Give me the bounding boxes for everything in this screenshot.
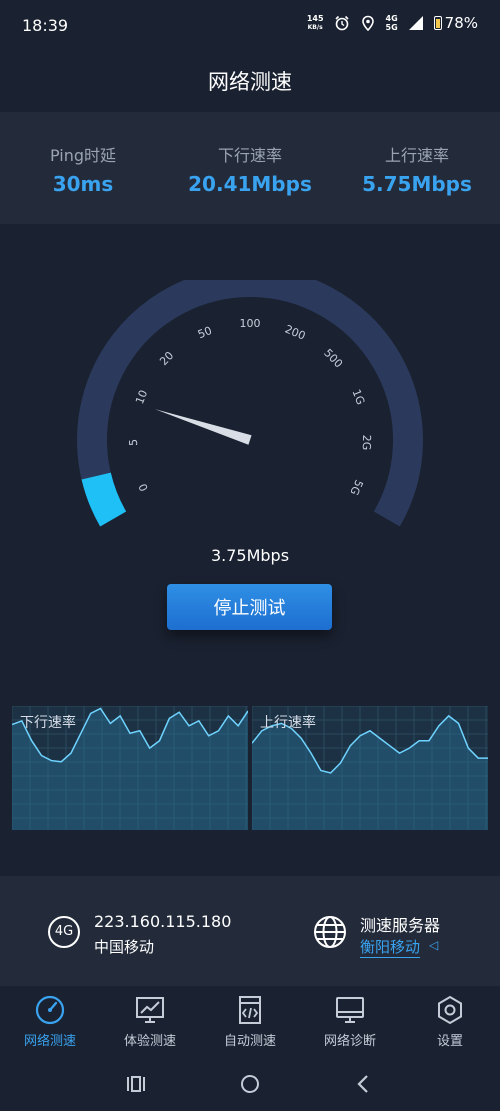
- globe-icon: [314, 916, 346, 948]
- gauge-fill: [81, 472, 127, 527]
- tab-label: 设置: [436, 1034, 463, 1049]
- stop-test-button[interactable]: 停止测试: [167, 584, 332, 630]
- ip-address: 223.160.115.180: [94, 912, 232, 931]
- gauge-scale-label: 1G: [349, 388, 367, 407]
- current-speed-readout: 3.75Mbps: [210, 546, 290, 565]
- tab-label: 网络诊断: [323, 1034, 376, 1049]
- settings-hexagon-icon: [438, 995, 462, 1025]
- recent-apps-icon[interactable]: [122, 1070, 150, 1098]
- network-type-badge: 4G: [48, 916, 80, 948]
- upload-chart-label: 上行速率: [260, 715, 316, 731]
- ping-metric: Ping时延 30ms: [3, 142, 163, 196]
- gauge-scale-label: 10: [133, 388, 150, 406]
- system-nav-bar: [0, 1056, 500, 1111]
- speed-server-title: 测速服务器: [360, 916, 441, 935]
- upload-rate-chart: 上行速率: [252, 706, 488, 830]
- ping-value: 30ms: [52, 172, 114, 196]
- bottom-tab-bar: 网络测速 体验测速 自动测速 网络诊断 设置: [0, 990, 500, 1050]
- gauge-scale-label: 2G: [360, 435, 373, 451]
- download-chart-label: 下行速率: [20, 715, 76, 731]
- status-bar: 18:39 145 KB/s 4G 5G 78%: [0, 0, 500, 56]
- speed-gauge: 0 5 10 20 50 100 200 5001G 2G 5G: [77, 280, 423, 527]
- tab-auto-speed[interactable]: 自动测速: [200, 990, 300, 1049]
- gauge-scale-label: 0: [136, 482, 151, 494]
- signal-icon: [408, 16, 423, 30]
- home-icon[interactable]: [236, 1070, 264, 1098]
- network-speed-unit: KB/s: [307, 24, 323, 31]
- tab-label: 体验测速: [123, 1034, 176, 1049]
- tab-network-speed[interactable]: 网络测速: [0, 990, 100, 1049]
- download-metric: 下行速率 20.41Mbps: [170, 142, 330, 196]
- upload-label: 上行速率: [384, 146, 449, 165]
- ping-label: Ping时延: [49, 146, 117, 165]
- battery-indicator: 78%: [433, 14, 478, 32]
- tab-settings[interactable]: 设置: [400, 990, 500, 1049]
- tab-network-diagnosis[interactable]: 网络诊断: [300, 990, 400, 1049]
- network-info-panel: 4G 223.160.115.180 中国移动 测速服务器 衡阳移动 ◁: [0, 876, 500, 986]
- chart-monitor-icon: [136, 997, 164, 1023]
- gauge-scale-label: 20: [157, 349, 176, 368]
- upload-value: 5.75Mbps: [362, 172, 472, 196]
- monitor-icon: [336, 997, 364, 1023]
- page-title: 网络测速: [208, 70, 292, 94]
- battery-percent: 78%: [444, 14, 478, 32]
- gauge-scale-label: 100: [240, 317, 261, 330]
- back-icon[interactable]: [350, 1070, 378, 1098]
- download-label: 下行速率: [217, 146, 282, 165]
- tab-label: 网络测速: [23, 1034, 76, 1049]
- network-type-indicator: 4G 5G: [385, 14, 398, 32]
- status-time: 18:39: [22, 16, 69, 35]
- server-select-arrow-icon[interactable]: ◁: [429, 938, 438, 952]
- network-speed-indicator: 145 KB/s: [307, 14, 324, 32]
- alarm-icon: [334, 15, 349, 31]
- status-icons: 145 KB/s 4G 5G 78%: [307, 14, 478, 32]
- tab-label: 自动测速: [223, 1034, 276, 1049]
- battery-icon: [433, 16, 442, 30]
- speedometer-icon: [35, 995, 65, 1025]
- gauge-scale-label: 5: [127, 439, 140, 446]
- gauge-scale-label: 500: [321, 346, 345, 370]
- speed-metrics-panel: Ping时延 30ms 下行速率 20.41Mbps 上行速率 5.75Mbps: [0, 112, 500, 224]
- download-value: 20.41Mbps: [188, 172, 312, 196]
- upload-metric: 上行速率 5.75Mbps: [337, 142, 497, 196]
- network-speed-value: 145: [306, 14, 324, 23]
- carrier-name: 中国移动: [94, 938, 155, 956]
- gauge-scale-label: 5G: [347, 478, 365, 497]
- download-rate-chart: 下行速率: [12, 706, 248, 830]
- chart-area: [252, 715, 488, 830]
- gauge-scale-label: 50: [196, 324, 214, 341]
- tab-experience-speed[interactable]: 体验测速: [100, 990, 200, 1049]
- code-file-icon: [239, 996, 261, 1024]
- location-icon: [361, 15, 374, 31]
- gauge-needle: [154, 409, 252, 445]
- speed-server-name[interactable]: 衡阳移动: [360, 936, 421, 958]
- gauge-scale-label: 200: [283, 323, 307, 343]
